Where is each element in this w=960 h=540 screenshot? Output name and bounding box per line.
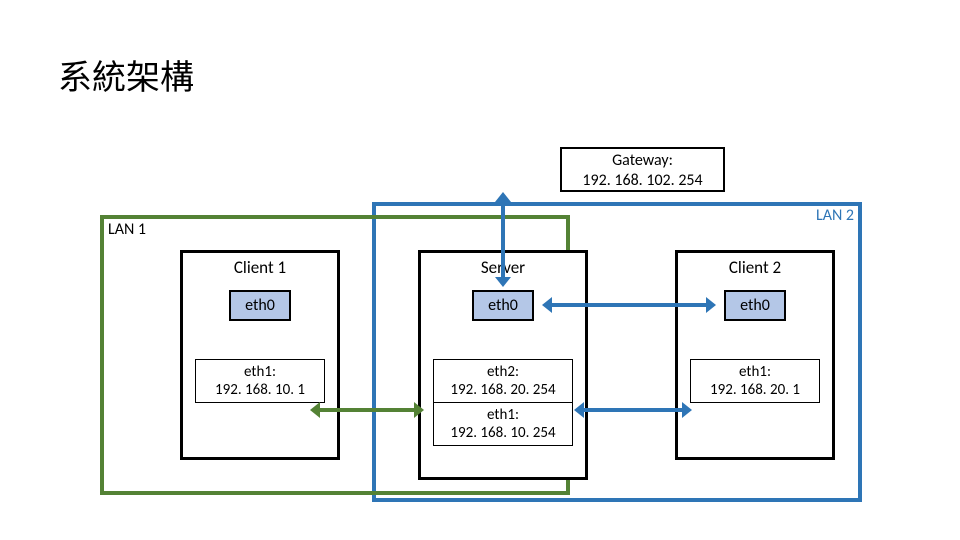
server-eth1-ip: 192. 168. 10. 254 [436, 424, 570, 442]
client1-title: Client 1 [183, 257, 337, 278]
server-eth2-ip: 192. 168. 20. 254 [436, 381, 570, 399]
gateway-ip: 192. 168. 102. 254 [562, 171, 723, 191]
lan2-label: LAN 2 [816, 206, 854, 225]
client2-title: Client 2 [678, 257, 832, 278]
client2-eth1-name: eth1: [693, 363, 817, 381]
server-eth2-name: eth2: [436, 363, 570, 381]
server-title: Server [421, 257, 585, 278]
gateway-box: Gateway: 192. 168. 102. 254 [560, 147, 725, 192]
client2-eth0: eth0 [724, 290, 786, 321]
server-eth2: eth2: 192. 168. 20. 254 [433, 359, 573, 403]
client1-eth1-ip: 192. 168. 10. 1 [198, 381, 322, 399]
server-box: Server eth0 eth2: 192. 168. 20. 254 eth1… [418, 250, 588, 480]
slide-title: 系統架構 [58, 50, 194, 99]
client2-box: Client 2 eth0 eth1: 192. 168. 20. 1 [675, 250, 835, 460]
client2-eth1: eth1: 192. 168. 20. 1 [690, 359, 820, 403]
server-eth1: eth1: 192. 168. 10. 254 [433, 402, 573, 446]
server-eth0: eth0 [472, 290, 534, 321]
server-eth1-name: eth1: [436, 406, 570, 424]
client1-box: Client 1 eth0 eth1: 192. 168. 10. 1 [180, 250, 340, 460]
client1-eth1: eth1: 192. 168. 10. 1 [195, 359, 325, 403]
gateway-label: Gateway: [562, 151, 723, 171]
client1-eth1-name: eth1: [198, 363, 322, 381]
client2-eth1-ip: 192. 168. 20. 1 [693, 381, 817, 399]
lan1-label: LAN 1 [108, 220, 146, 239]
client1-eth0: eth0 [229, 290, 291, 321]
